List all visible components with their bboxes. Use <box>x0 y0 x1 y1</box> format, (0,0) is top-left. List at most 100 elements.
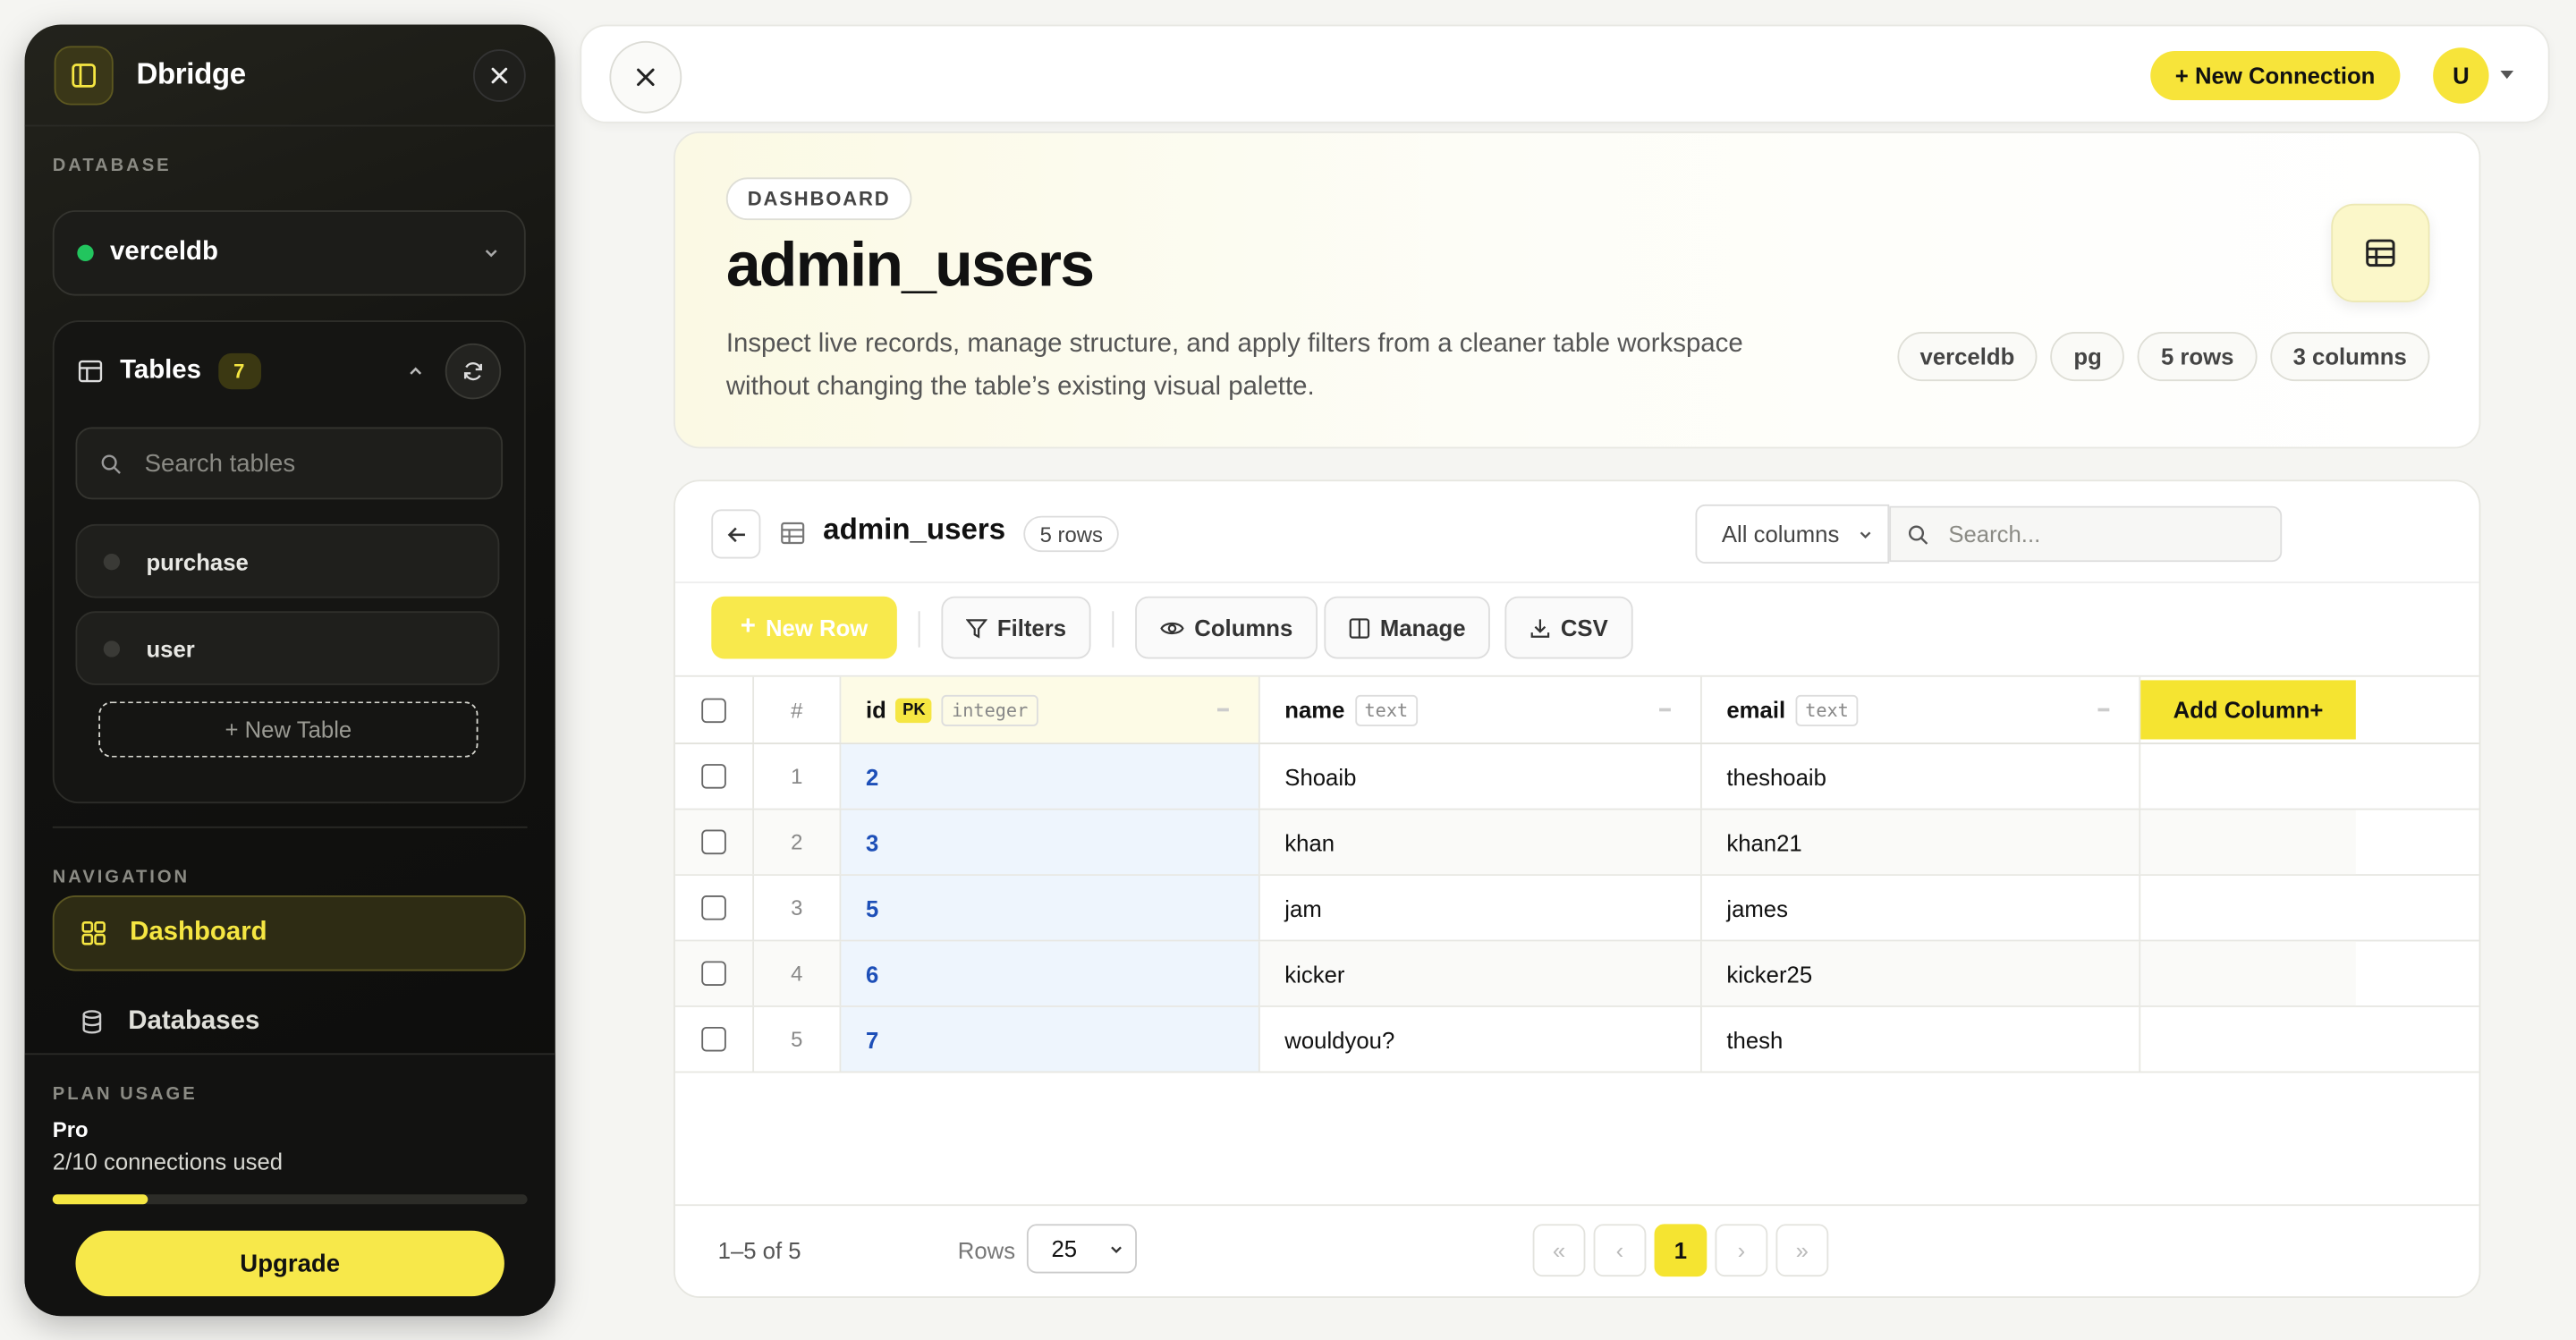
last-page-button[interactable]: » <box>1775 1224 1829 1277</box>
cell-id[interactable]: 3 <box>841 810 1260 875</box>
row-range-text: 1–5 of 5 <box>717 1237 801 1264</box>
tables-search[interactable] <box>75 427 504 500</box>
sidebar-close-button[interactable] <box>472 48 526 101</box>
column-resize-handle[interactable] <box>1216 708 1229 712</box>
arrow-left-icon <box>726 526 745 542</box>
tables-count-badge: 7 <box>217 352 261 390</box>
new-connection-button[interactable]: + New Connection <box>2150 50 2400 101</box>
sidebar-table-purchase[interactable]: purchase <box>75 523 500 598</box>
rows-per-page-select[interactable]: 25 <box>1026 1224 1137 1274</box>
tables-search-input[interactable] <box>144 449 473 478</box>
column-resize-handle[interactable] <box>2097 708 2110 712</box>
manage-button[interactable]: Manage <box>1324 596 1491 659</box>
filters-button[interactable]: Filters <box>941 596 1091 659</box>
tables-header[interactable]: Tables 7 <box>55 322 524 420</box>
caret-down-icon[interactable] <box>2500 70 2514 80</box>
column-filter-select[interactable]: All columns <box>1695 504 1890 564</box>
cell-id[interactable]: 5 <box>841 875 1260 940</box>
columns-button[interactable]: Columns <box>1135 596 1318 659</box>
nav-item-dashboard[interactable]: Dashboard <box>52 895 526 971</box>
column-header-id[interactable]: id PK integer <box>841 676 1260 743</box>
csv-export-button[interactable]: CSV <box>1504 596 1633 659</box>
column-name: id <box>865 696 886 724</box>
table-row[interactable]: 3 5 jam james <box>674 875 2479 942</box>
tables-title: Tables <box>120 356 201 385</box>
cell-empty <box>2140 744 2356 809</box>
select-all-checkbox[interactable] <box>701 697 726 723</box>
cell-name[interactable]: kicker <box>1259 941 1702 1006</box>
column-name: email <box>1726 696 1786 724</box>
row-index: 3 <box>754 875 842 940</box>
rows-per-page-value: 25 <box>1051 1235 1078 1262</box>
plan-usage-text: 2/10 connections used <box>52 1148 284 1175</box>
next-page-button[interactable]: › <box>1715 1224 1768 1277</box>
rows-per-page-label: Rows <box>957 1237 1016 1264</box>
avatar[interactable]: U <box>2433 47 2489 104</box>
table-row[interactable]: 4 6 kicker kicker25 <box>674 941 2479 1007</box>
cell-email[interactable]: thesh <box>1702 1006 2141 1072</box>
page-button-1[interactable]: 1 <box>1654 1224 1707 1277</box>
filter-icon <box>965 618 987 638</box>
prev-page-button[interactable]: ‹ <box>1593 1224 1647 1277</box>
row-checkbox[interactable] <box>701 961 726 987</box>
chevron-up-icon[interactable] <box>406 361 426 381</box>
cell-name[interactable]: Shoaib <box>1260 744 1702 809</box>
cell-email[interactable]: kicker25 <box>1701 941 2141 1006</box>
table-dot-icon <box>103 553 121 570</box>
nav-label: Dashboard <box>130 918 267 946</box>
row-index: 4 <box>754 941 842 1006</box>
cell-name[interactable]: jam <box>1260 875 1702 940</box>
chip-engine: pg <box>2050 332 2125 382</box>
cell-email[interactable]: james <box>1702 875 2141 940</box>
column-type: integer <box>942 694 1038 725</box>
column-header-email[interactable]: email text <box>1702 676 2141 743</box>
stats-chips: verceldb pg 5 rows 3 columns <box>1896 332 2430 382</box>
plus-icon: + <box>740 613 756 641</box>
cell-id[interactable]: 7 <box>841 1006 1260 1072</box>
column-type: text <box>1795 694 1859 725</box>
nav-item-databases[interactable]: Databases <box>53 984 526 1059</box>
table-search[interactable] <box>1889 505 2283 563</box>
row-checkbox[interactable] <box>701 764 726 789</box>
cell-name[interactable]: khan <box>1259 810 1702 875</box>
cell-id[interactable]: 2 <box>841 744 1260 809</box>
cell-name[interactable]: wouldyou? <box>1260 1006 1702 1072</box>
row-checkbox[interactable] <box>701 1026 726 1052</box>
select-all-cell <box>675 676 755 743</box>
table-row[interactable]: 2 3 khan khan21 <box>674 810 2479 876</box>
refresh-tables-button[interactable] <box>445 343 502 400</box>
table-card: admin_users 5 rows All columns + New Row… <box>674 479 2481 1298</box>
tables-panel: Tables 7 purchase user + New Table <box>52 320 526 804</box>
close-button[interactable] <box>609 40 682 114</box>
row-checkbox[interactable] <box>701 829 726 855</box>
sidebar-header: Dbridge <box>24 25 555 127</box>
plan-usage-bar-fill <box>52 1194 148 1205</box>
download-icon <box>1530 618 1550 637</box>
search-icon <box>101 454 121 473</box>
table-search-input[interactable] <box>1948 521 2261 547</box>
database-select[interactable]: verceldb <box>52 210 526 296</box>
table-card-header: admin_users 5 rows All columns <box>674 481 2479 584</box>
sidebar-toggle-icon[interactable] <box>54 45 114 105</box>
table-row[interactable]: 5 7 wouldyou? thesh <box>674 1006 2479 1073</box>
navigation-section-label: NAVIGATION <box>52 867 191 887</box>
row-checkbox[interactable] <box>701 895 726 920</box>
brand-name: Dbridge <box>136 57 246 91</box>
page-description: Inspect live records, manage structure, … <box>725 330 1743 402</box>
column-resize-handle[interactable] <box>1659 708 1671 712</box>
cell-email[interactable]: khan21 <box>1701 810 2141 875</box>
first-page-button[interactable]: « <box>1532 1224 1586 1277</box>
dashboard-icon <box>81 921 106 946</box>
new-table-button[interactable]: + New Table <box>98 701 479 758</box>
upgrade-button[interactable]: Upgrade <box>75 1230 504 1297</box>
add-column-button[interactable]: Add Column+ <box>2140 680 2356 740</box>
cell-email[interactable]: theshoaib <box>1702 744 2141 809</box>
back-button[interactable] <box>711 509 761 559</box>
chevron-down-icon <box>1111 1246 1122 1254</box>
new-row-button[interactable]: + New Row <box>711 596 897 659</box>
plan-usage-panel: PLAN USAGE Pro 2/10 connections used Upg… <box>24 1053 555 1317</box>
column-header-name[interactable]: name text <box>1260 676 1702 743</box>
sidebar-table-user[interactable]: user <box>75 611 500 685</box>
cell-id[interactable]: 6 <box>841 941 1260 1006</box>
table-row[interactable]: 1 2 Shoaib theshoaib <box>674 744 2479 810</box>
